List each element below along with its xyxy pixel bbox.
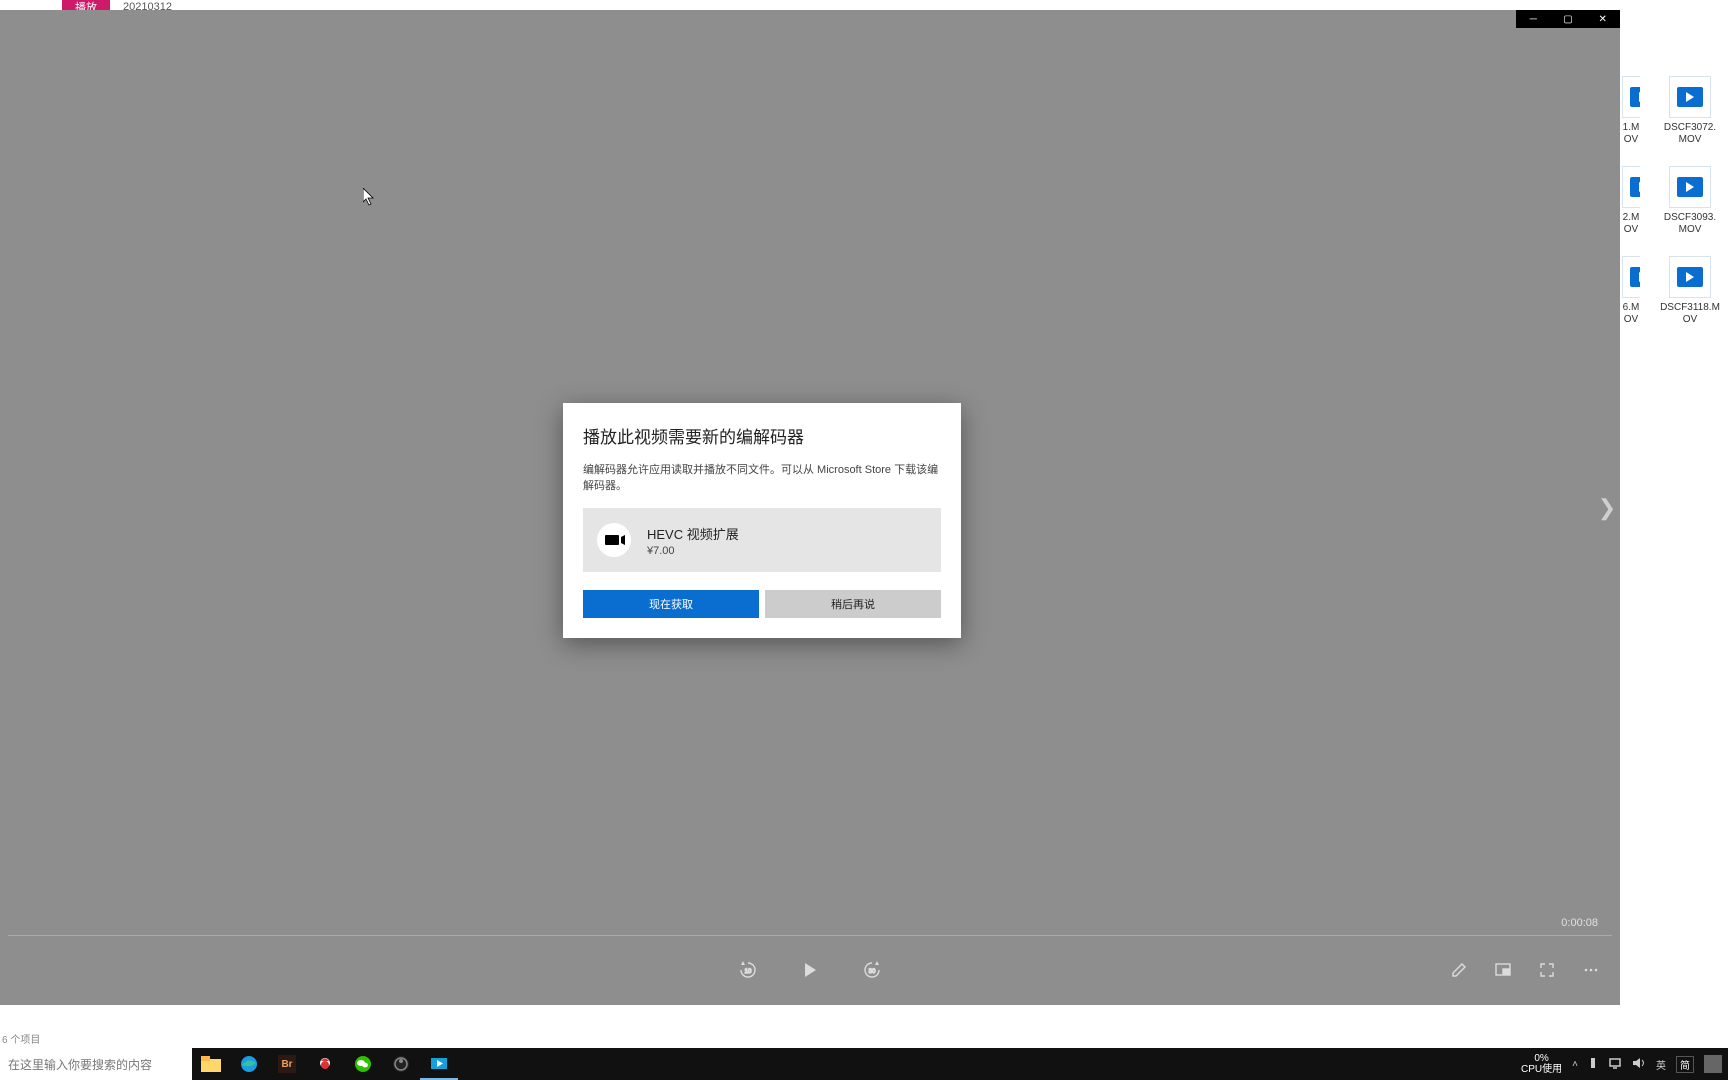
file-item[interactable]: DSCF3118.MOV: [1660, 256, 1720, 326]
video-thumb-icon: [1622, 76, 1640, 118]
file-item[interactable]: DSCF3072.MOV: [1660, 76, 1720, 146]
cpu-percent: 0%: [1521, 1053, 1562, 1064]
taskbar-app-bridge[interactable]: Br: [268, 1048, 306, 1080]
video-thumb-icon: [1622, 256, 1640, 298]
taskbar-app-red[interactable]: [306, 1048, 344, 1080]
cpu-label: CPU使用: [1521, 1064, 1562, 1075]
transport-bar: 0:00:08 10 30: [4, 935, 1616, 1005]
ime-mode[interactable]: 简: [1676, 1056, 1694, 1073]
tray-chevron-up-icon[interactable]: ˄: [1572, 1059, 1578, 1070]
video-thumb-icon: [1622, 166, 1640, 208]
video-thumb-icon: [1669, 166, 1711, 208]
dialog-backdrop: 播放此视频需要新的编解码器 编解码器允许应用读取并播放不同文件。可以从 Micr…: [0, 10, 1620, 1005]
file-item[interactable]: 1.MOV: [1622, 76, 1640, 146]
video-player-window: ─ ▢ ✕ ❯ 0:00:08 10 30: [0, 10, 1620, 1005]
next-arrow-icon[interactable]: ❯: [1594, 478, 1620, 538]
tray-network-icon[interactable]: [1608, 1057, 1622, 1072]
file-label: 1.MOV: [1622, 122, 1640, 146]
file-label: 2.MOV: [1622, 212, 1640, 236]
fullscreen-icon[interactable]: [1536, 959, 1558, 981]
get-now-button[interactable]: 现在获取: [583, 590, 759, 618]
window-controls: ─ ▢ ✕: [1516, 10, 1620, 28]
file-item[interactable]: 2.MOV: [1622, 166, 1640, 236]
duration-label: 0:00:08: [1561, 917, 1598, 929]
ime-language[interactable]: 英: [1656, 1057, 1666, 1072]
file-label: DSCF3072.MOV: [1660, 122, 1720, 146]
maximize-button[interactable]: ▢: [1551, 10, 1586, 28]
cpu-meter[interactable]: 0% CPU使用: [1521, 1053, 1562, 1075]
extension-icon: [597, 523, 631, 557]
skip-back-icon[interactable]: 10: [737, 959, 759, 981]
file-grid: 1.MOV DSCF3072.MOV 2.MOV DSCF3093.MOV 6.…: [1620, 54, 1728, 1048]
file-item[interactable]: DSCF3093.MOV: [1660, 166, 1720, 236]
edit-icon[interactable]: [1448, 959, 1470, 981]
mini-player-icon[interactable]: [1492, 959, 1514, 981]
play-icon[interactable]: [799, 959, 821, 981]
file-label: DSCF3118.MOV: [1660, 302, 1720, 326]
video-thumb-icon: [1669, 76, 1711, 118]
svg-text:10: 10: [745, 969, 752, 975]
dialog-body: 编解码器允许应用读取并播放不同文件。可以从 Microsoft Store 下载…: [583, 462, 941, 494]
taskbar: 在这里输入你要搜索的内容 Br 0% CPU使用 ˄: [0, 1048, 1728, 1080]
search-placeholder-text: 在这里输入你要搜索的内容: [8, 1056, 152, 1073]
taskbar-app-wechat[interactable]: [344, 1048, 382, 1080]
later-button[interactable]: 稍后再说: [765, 590, 941, 618]
taskbar-app-movies-tv[interactable]: [420, 1048, 458, 1080]
file-label: 6.MOV: [1622, 302, 1640, 326]
dialog-title: 播放此视频需要新的编解码器: [583, 423, 941, 448]
taskbar-app-edge[interactable]: [230, 1048, 268, 1080]
seek-bar[interactable]: [8, 935, 1612, 936]
statusbar-item-count: 6 个项目: [2, 1031, 40, 1046]
file-label: DSCF3093.MOV: [1660, 212, 1720, 236]
svg-text:30: 30: [869, 969, 876, 975]
file-item[interactable]: 6.MOV: [1622, 256, 1640, 326]
minimize-button[interactable]: ─: [1516, 10, 1551, 28]
product-card[interactable]: HEVC 视频扩展 ¥7.00: [583, 508, 941, 572]
skip-forward-icon[interactable]: 30: [861, 959, 883, 981]
tray-volume-icon[interactable]: [1632, 1057, 1646, 1072]
action-center-icon[interactable]: [1704, 1055, 1722, 1073]
taskbar-app-obs[interactable]: [382, 1048, 420, 1080]
tray-usb-icon[interactable]: [1588, 1056, 1598, 1073]
taskbar-app-explorer[interactable]: [192, 1048, 230, 1080]
system-tray: 0% CPU使用 ˄ 英 简: [1521, 1053, 1728, 1075]
product-price: ¥7.00: [647, 545, 739, 557]
more-icon[interactable]: [1580, 959, 1602, 981]
product-name: HEVC 视频扩展: [647, 524, 739, 543]
codec-dialog: 播放此视频需要新的编解码器 编解码器允许应用读取并播放不同文件。可以从 Micr…: [563, 403, 961, 638]
close-button[interactable]: ✕: [1585, 10, 1620, 28]
taskbar-apps: Br: [192, 1048, 458, 1080]
search-input[interactable]: 在这里输入你要搜索的内容: [0, 1048, 192, 1080]
video-thumb-icon: [1669, 256, 1711, 298]
